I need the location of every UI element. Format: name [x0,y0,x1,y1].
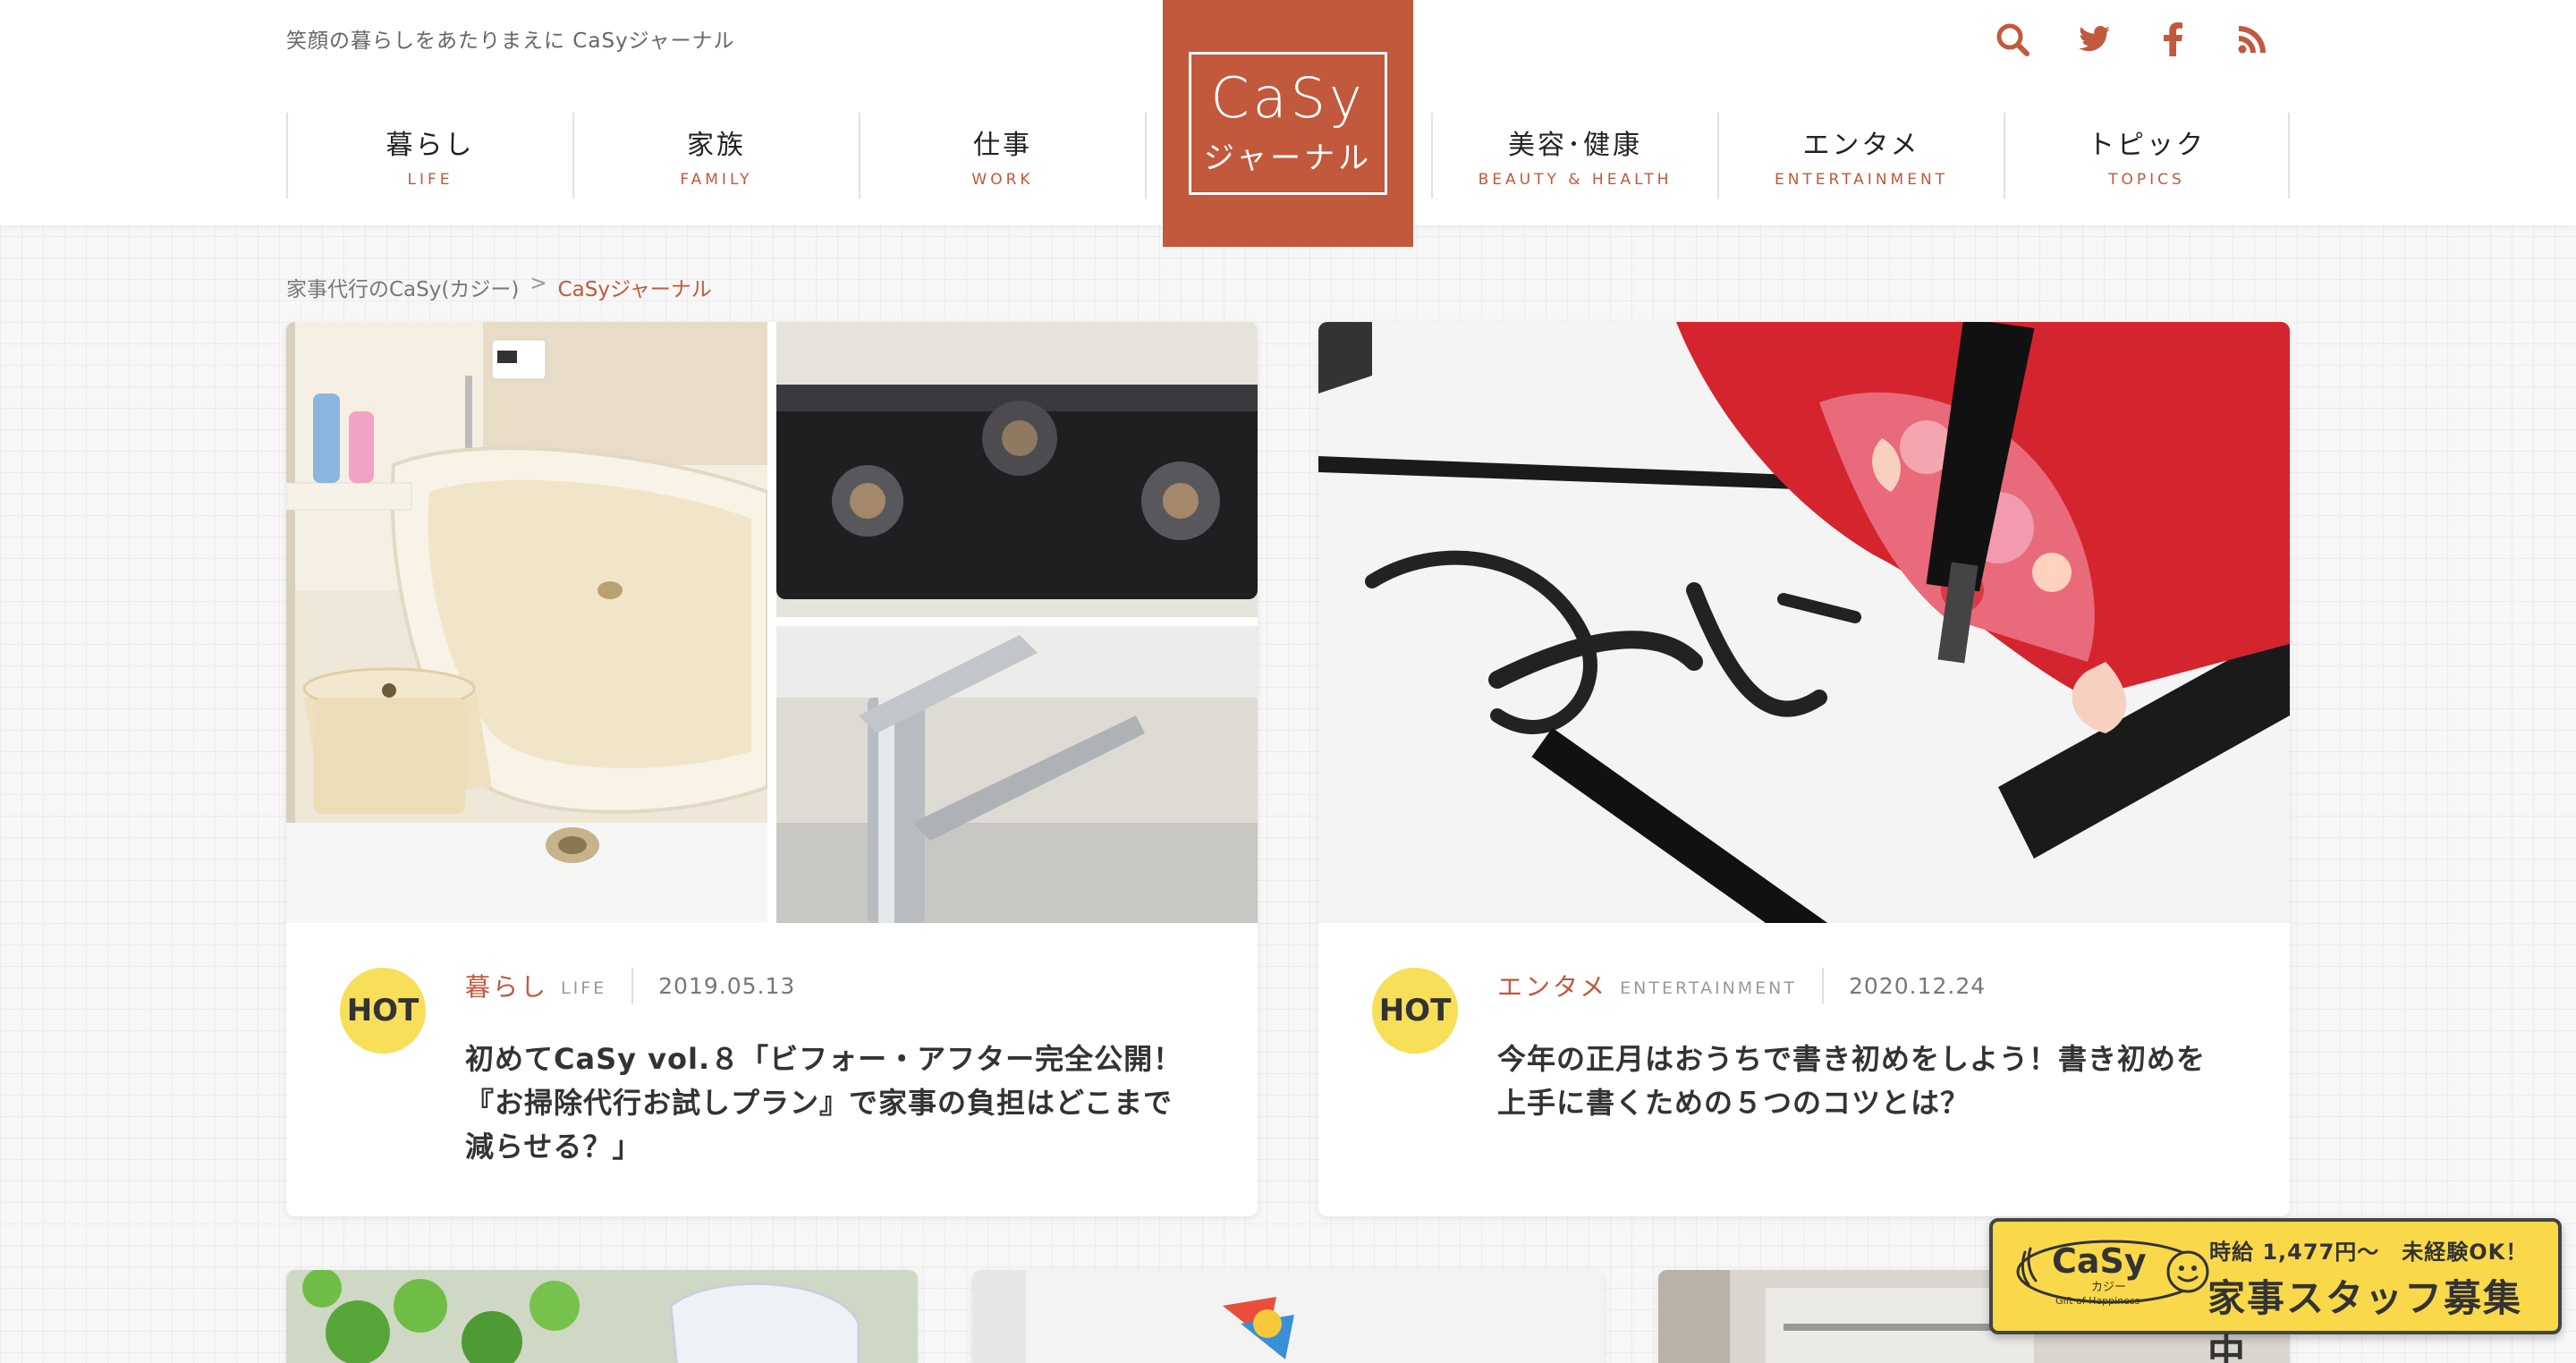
logo-subtext: ジャーナル [1203,140,1373,176]
article-card[interactable] [972,1270,1604,1363]
recruit-banner[interactable]: CaSy カジー Gift of Happiness 時給 1,477円〜 未経… [1989,1218,2562,1363]
nav-item-work[interactable]: 仕事 WORK [859,113,1145,199]
article-meta: エンタメ ENTERTAINMENT 2020.12.24 [1497,966,1986,1005]
hot-badge: HOT [1372,968,1458,1054]
article-card[interactable]: HOT 暮らし LIFE 2019.05.13 初めてCaSy vol.８「ビフ… [286,322,1258,1216]
site-logo[interactable]: CaSy ジャーナル [1163,0,1413,247]
nav-item-beauty-health[interactable]: 美容･健康 BEAUTY & HEALTH [1431,113,1717,199]
article-thumbnail-decoration [972,1270,1604,1363]
nav-sublabel: WORK [971,171,1034,189]
nav-item-topics[interactable]: トピック TOPICS [2004,113,2290,199]
banner-slogan: Gift of Happiness [2055,1295,2140,1307]
nav-label: トピック [2088,130,2206,161]
banner-brand: CaSy [2052,1241,2147,1281]
breadcrumb-separator: > [530,272,547,295]
nav-label: 暮らし [386,130,475,161]
article-card[interactable]: HOT エンタメ ENTERTAINMENT 2020.12.24 今年の正月は… [1318,322,2290,1216]
nav-item-family[interactable]: 家族 FAMILY [572,113,859,199]
nav-sublabel: ENTERTAINMENT [1774,171,1949,189]
nav-label: 仕事 [973,130,1032,161]
banner-wage-text: 時給 1,477円〜 未経験OK！ [2209,1240,2529,1265]
breadcrumb: 家事代行のCaSy(カジー) > CaSyジャーナル [286,272,712,302]
twitter-icon[interactable] [2068,14,2122,64]
nav-sublabel: FAMILY [680,171,753,189]
article-date: 2019.05.13 [658,972,796,999]
breadcrumb-home-link[interactable]: 家事代行のCaSy(カジー) [286,272,519,302]
category-label[interactable]: 暮らし [465,968,548,1003]
nav-label: 家族 [687,130,746,161]
hot-badge: HOT [340,968,426,1054]
category-sublabel: ENTERTAINMENT [1620,978,1797,998]
nav-label: 美容･健康 [1508,130,1642,161]
meta-divider [1821,968,1824,1003]
nav-sublabel: LIFE [407,171,453,189]
breadcrumb-current: CaSyジャーナル [557,278,712,301]
nav-sublabel: BEAUTY & HEALTH [1478,171,1673,189]
article-thumbnail-calligraphy [1318,322,2290,923]
article-date: 2020.12.24 [1848,972,1987,999]
logo-frame: CaSy ジャーナル [1189,52,1387,195]
logo-text: CaSy [1210,64,1366,131]
category-label[interactable]: エンタメ [1497,968,1607,1003]
rss-icon[interactable] [2225,14,2279,64]
nav-label: エンタメ [1802,130,1920,161]
nav-sublabel: TOPICS [2108,171,2185,189]
nav-item-entertainment[interactable]: エンタメ ENTERTAINMENT [1717,113,2004,199]
article-title[interactable]: 初めてCaSy vol.８「ビフォー・アフター完全公開！『お掃除代行お試しプラン… [465,1037,1199,1169]
article-thumbnail-bathroom-kitchen [286,322,1258,923]
article-meta: 暮らし LIFE 2019.05.13 [465,966,795,1005]
facebook-icon[interactable] [2147,14,2200,64]
site-tagline: 笑顔の暮らしをあたりまえに CaSyジャーナル [286,30,735,53]
category-sublabel: LIFE [561,978,607,998]
article-card[interactable] [286,1270,918,1363]
meta-divider [631,968,634,1003]
article-thumbnail-plant [286,1270,918,1363]
nav-item-life[interactable]: 暮らし LIFE [286,113,572,199]
search-icon[interactable] [1986,14,2039,64]
nav-divider [1145,113,1163,199]
article-title[interactable]: 今年の正月はおうちで書き初めをしよう！書き初めを上手に書くための５つのコツとは？ [1497,1037,2231,1125]
banner-headline: 家事スタッフ募集中 [2207,1276,2523,1363]
banner-brand-kana: カジー [2091,1281,2127,1294]
